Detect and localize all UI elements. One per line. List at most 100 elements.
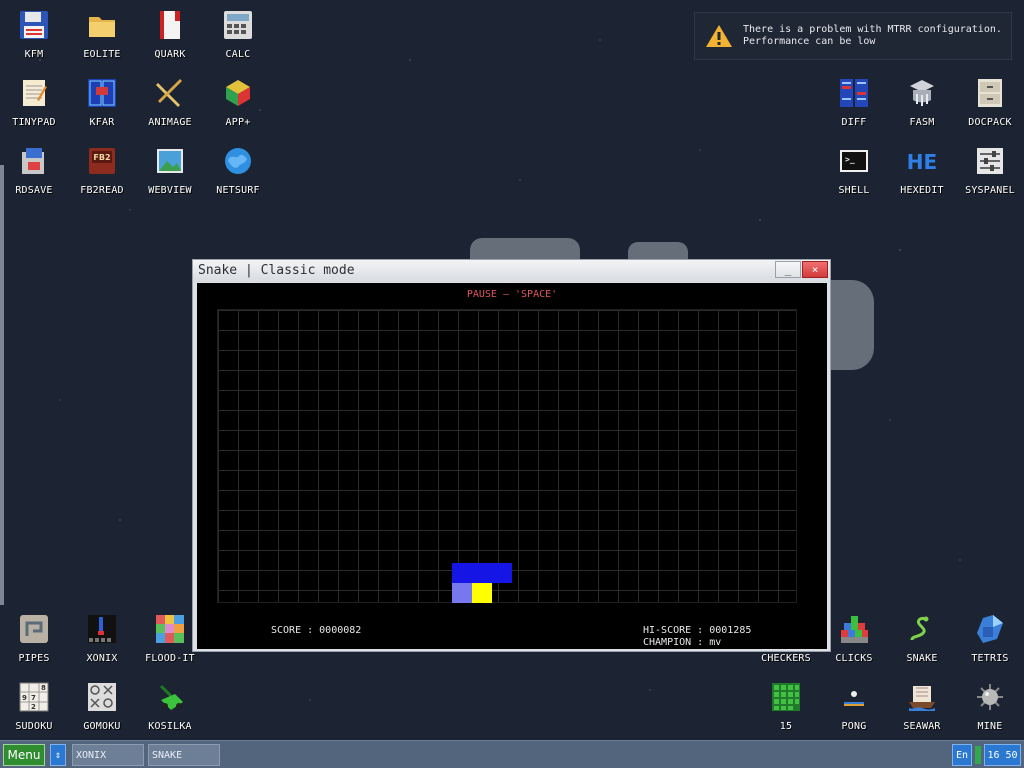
pong-icon bbox=[838, 681, 870, 713]
desktop-icon-label: DIFF bbox=[841, 117, 867, 128]
floppy-icon bbox=[18, 9, 50, 41]
desktop-icon-sudoku[interactable]: 8 972 SUDOKU bbox=[2, 681, 66, 747]
mine-icon bbox=[974, 681, 1006, 713]
desktop-icon-shell[interactable]: >_ SHELL bbox=[822, 145, 886, 211]
desktop-icon-label: FASM bbox=[909, 117, 935, 128]
desktop-icon-fb2read[interactable]: FB2 FB2READ bbox=[70, 145, 134, 211]
champion-text: CHAMPION : mv bbox=[643, 637, 722, 648]
desktop-icon-kfar[interactable]: KFAR bbox=[70, 77, 134, 143]
snake-head bbox=[452, 583, 472, 603]
pause-hint: PAUSE – 'SPACE' bbox=[466, 289, 558, 300]
svg-text:8: 8 bbox=[41, 684, 46, 692]
minimize-button[interactable]: _ bbox=[775, 261, 801, 278]
close-button[interactable]: × bbox=[802, 261, 828, 278]
desktop-icon-webview[interactable]: WEBVIEW bbox=[138, 145, 202, 211]
desktop-icon-label: XONIX bbox=[86, 653, 118, 664]
svg-text:2: 2 bbox=[31, 703, 36, 711]
desktop-icon-label: KOSILKA bbox=[148, 721, 192, 732]
desktop-icon-quark[interactable]: QUARK bbox=[138, 9, 202, 75]
web-picture-icon bbox=[154, 145, 186, 177]
desktop-icon-15[interactable]: 15 bbox=[754, 681, 818, 747]
desktop-icon-gomoku[interactable]: GOMOKU bbox=[70, 681, 134, 747]
desktop-icon-syspanel[interactable]: SYSPANEL bbox=[958, 145, 1022, 211]
desktop-icon-label: MINE bbox=[977, 721, 1003, 732]
sudoku-icon: 8 972 bbox=[18, 681, 50, 713]
warning-icon bbox=[705, 23, 733, 49]
food-item bbox=[472, 583, 492, 603]
desktop-icon-diff[interactable]: DIFF bbox=[822, 77, 886, 143]
desktop-icon-pipes[interactable]: PIPES bbox=[2, 613, 66, 679]
desktop-icon-label: KFM bbox=[24, 49, 44, 60]
desktop-icon-label: TINYPAD bbox=[12, 117, 56, 128]
desktop-icon-fasm[interactable]: FASM bbox=[890, 77, 954, 143]
game-grid bbox=[217, 309, 797, 603]
snake-body-segment bbox=[492, 563, 512, 583]
taskbar-task-snake[interactable]: SNAKE bbox=[148, 744, 220, 766]
desktop-icon-tetris[interactable]: TETRIS bbox=[958, 613, 1022, 679]
desktop-icon-label: TETRIS bbox=[971, 653, 1009, 664]
mtrr-notification[interactable]: There is a problem with MTRR configurati… bbox=[694, 12, 1012, 60]
taskbar: Menu ⇕ XONIX SNAKE En 16 50 bbox=[0, 740, 1024, 768]
save-disk-icon bbox=[18, 145, 50, 177]
cube-icon bbox=[222, 77, 254, 109]
desktop-icon-hexedit[interactable]: HE HEXEDIT bbox=[890, 145, 954, 211]
desktop-icon-label: GOMOKU bbox=[83, 721, 121, 732]
game-area[interactable]: PAUSE – 'SPACE' SCORE : 0000082 HI-SCORE… bbox=[197, 283, 827, 649]
desktop-icon-app-plus[interactable]: APP+ bbox=[206, 77, 270, 143]
background-cloud bbox=[470, 238, 580, 260]
desktop-icon-label: 15 bbox=[779, 721, 793, 732]
book-icon bbox=[154, 9, 186, 41]
desktop-icon-label: KFAR bbox=[89, 117, 115, 128]
pipes-icon bbox=[18, 613, 50, 645]
scroll-arrows-button[interactable]: ⇕ bbox=[50, 744, 66, 766]
diff-icon bbox=[838, 77, 870, 109]
desktop-icon-kfm[interactable]: KFM bbox=[2, 9, 66, 75]
fb2-book-icon: FB2 bbox=[86, 145, 118, 177]
desktop-icon-clicks[interactable]: CLICKS bbox=[822, 613, 886, 679]
desktop-icon-eolite[interactable]: EOLITE bbox=[70, 9, 134, 75]
desktop-icon-mine[interactable]: MINE bbox=[958, 681, 1022, 747]
calculator-icon bbox=[222, 9, 254, 41]
notification-text: There is a problem with MTRR configurati… bbox=[743, 24, 1002, 48]
desktop-icon-snake[interactable]: SNAKE bbox=[890, 613, 954, 679]
desktop-icon-tinypad[interactable]: TINYPAD bbox=[2, 77, 66, 143]
desktop-icon-docpack[interactable]: DOCPACK bbox=[958, 77, 1022, 143]
folder-icon bbox=[86, 9, 118, 41]
tetris-icon bbox=[974, 613, 1006, 645]
desktop-icon-xonix[interactable]: XONIX bbox=[70, 613, 134, 679]
desktop-icon-calc[interactable]: CALC bbox=[206, 9, 270, 75]
desktop-icon-rdsave[interactable]: RDSAVE bbox=[2, 145, 66, 211]
desktop-icon-label: SHELL bbox=[838, 185, 870, 196]
background-cloud bbox=[830, 280, 874, 370]
desktop-icon-label: HEXEDIT bbox=[900, 185, 944, 196]
fasm-icon bbox=[906, 77, 938, 109]
desktop-icon-label: APP+ bbox=[225, 117, 251, 128]
svg-text:9: 9 bbox=[22, 694, 27, 702]
svg-text:7: 7 bbox=[31, 694, 36, 702]
window-titlebar[interactable]: Snake | Classic mode _ × bbox=[193, 260, 830, 282]
terminal-icon: >_ bbox=[838, 145, 870, 177]
language-indicator[interactable]: En bbox=[952, 744, 972, 766]
snake-window[interactable]: Snake | Classic mode _ × PAUSE – 'SPACE'… bbox=[192, 259, 831, 652]
notification-line-2: Performance can be low bbox=[743, 36, 876, 47]
desktop-icon-label: DOCPACK bbox=[968, 117, 1012, 128]
desktop-icon-animage[interactable]: ANIMAGE bbox=[138, 77, 202, 143]
left-edge-strip bbox=[0, 165, 4, 605]
gomoku-icon bbox=[86, 681, 118, 713]
desktop-icon-seawar[interactable]: SEAWAR bbox=[890, 681, 954, 747]
desktop-icon-netsurf[interactable]: NETSURF bbox=[206, 145, 270, 211]
svg-text:HE: HE bbox=[907, 150, 937, 174]
taskbar-task-xonix[interactable]: XONIX bbox=[72, 744, 144, 766]
xonix-icon bbox=[86, 613, 118, 645]
clock[interactable]: 16 50 bbox=[984, 744, 1021, 766]
menu-button[interactable]: Menu bbox=[3, 744, 45, 766]
desktop-icon-kosilka[interactable]: KOSILKA bbox=[138, 681, 202, 747]
desktop-icon-label: SNAKE bbox=[906, 653, 938, 664]
lawnmower-icon bbox=[154, 681, 186, 713]
fifteen-puzzle-icon bbox=[770, 681, 802, 713]
desktop-icon-label: EOLITE bbox=[83, 49, 121, 60]
desktop-icon-label: PONG bbox=[841, 721, 867, 732]
desktop-icon-label: SYSPANEL bbox=[965, 185, 1015, 196]
desktop-icon-pong[interactable]: PONG bbox=[822, 681, 886, 747]
globe-icon bbox=[222, 145, 254, 177]
